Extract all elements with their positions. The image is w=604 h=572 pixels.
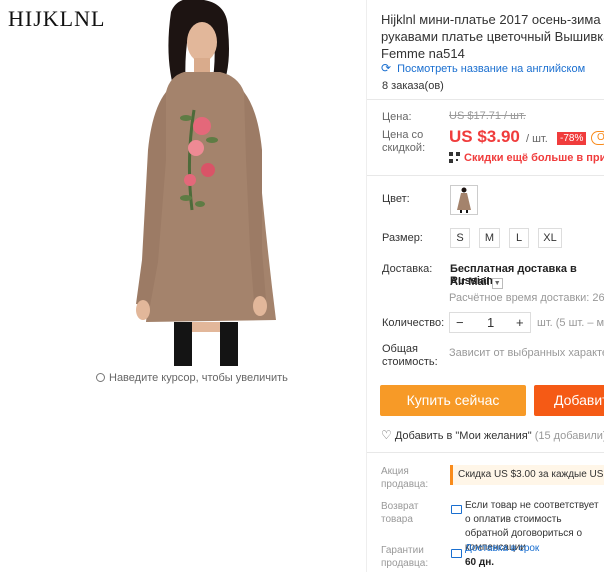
guarantee-icon	[451, 545, 462, 563]
wishlist-text: Добавить в "Мои желания"	[394, 430, 532, 442]
zoom-hint-text: Наведите курсор, чтобы увеличить	[109, 372, 288, 384]
zoom-hint: Наведите курсор, чтобы увеличить	[96, 372, 288, 384]
app-promo-text: Скидки ещё больше в прилож	[464, 152, 604, 164]
total-note: Зависит от выбранных характери	[449, 347, 604, 359]
size-option-l[interactable]: L	[509, 228, 529, 248]
size-label: Размер:	[382, 232, 423, 244]
translate-link-text: Посмотреть название на английском	[397, 63, 586, 75]
heart-icon: ♡	[381, 428, 392, 442]
brand-logo: HIJKLNL	[8, 6, 105, 32]
product-image[interactable]	[116, 0, 286, 366]
old-price: US $17.71 / шт.	[449, 110, 526, 122]
discount-badge: -78%	[557, 132, 587, 145]
coupon-badge[interactable]: O	[591, 131, 604, 145]
shipping-carrier[interactable]: Air Mail ▼	[450, 276, 503, 289]
quantity-note: шт. (5 шт. – ма	[537, 317, 604, 329]
size-option-s[interactable]: S	[450, 228, 470, 248]
translate-link[interactable]: ⟳ Посмотреть название на английском	[381, 61, 585, 75]
quantity-stepper: − 1 +	[449, 312, 531, 333]
shipping-label: Доставка:	[382, 263, 433, 275]
quantity-minus-button[interactable]: −	[456, 315, 464, 330]
shipping-estimate: Расчётное время доставки: 26-48	[449, 292, 604, 304]
size-option-xl[interactable]: XL	[538, 228, 562, 248]
quantity-input[interactable]: 1	[487, 315, 494, 330]
quantity-label: Количество:	[382, 317, 445, 329]
divider-1	[367, 99, 604, 100]
chevron-down-icon: ▼	[491, 278, 503, 289]
wishlist-count: (15 добавили)	[534, 430, 604, 442]
divider-3	[367, 452, 604, 453]
column-divider	[366, 0, 367, 572]
return-label: Возврат товара	[381, 501, 419, 525]
color-label: Цвет:	[382, 193, 410, 205]
guarantee-label: Гарантии продавца:	[381, 545, 429, 569]
wishlist-link[interactable]: ♡ Добавить в "Мои желания" (15 добавили)…	[381, 428, 604, 443]
dress-photo	[136, 0, 276, 366]
price-unit: / шт.	[526, 133, 548, 145]
guarantee-days: 60 дн.	[465, 557, 495, 568]
app-promo[interactable]: Скидки ещё больше в прилож	[449, 152, 604, 164]
current-price: US $3.90	[449, 127, 520, 146]
divider-2	[367, 175, 604, 176]
discount-price-label: Цена со скидкой:	[382, 129, 426, 154]
brand-logo-text: HIJKLNL	[8, 6, 106, 31]
buy-now-button[interactable]: Купить сейчас	[380, 385, 526, 416]
guarantee-text: Доставка в срок	[465, 543, 540, 554]
quantity-plus-button[interactable]: +	[516, 315, 524, 330]
price-label: Цена:	[382, 111, 412, 123]
add-to-cart-button[interactable]: Добавит	[534, 385, 604, 416]
orders-count: 8 заказа(ов)	[382, 80, 444, 92]
qr-code-icon	[449, 152, 460, 163]
return-icon	[451, 501, 462, 519]
size-option-m[interactable]: M	[479, 228, 500, 248]
color-swatch[interactable]	[450, 185, 478, 215]
product-title: Hijklnl мини-платье 2017 осень-зима Д ру…	[381, 12, 604, 61]
seller-promo-label: Акция продавца:	[381, 466, 429, 490]
magnifier-icon	[96, 373, 105, 382]
translate-icon: ⟳	[381, 61, 392, 75]
swatch-thumbnail	[457, 187, 471, 213]
seller-promo[interactable]: Скидка US $3.00 за каждые US $	[450, 465, 604, 485]
shipping-carrier-text: Air Mail	[450, 276, 490, 288]
total-label: Общая стоимость:	[382, 343, 438, 368]
